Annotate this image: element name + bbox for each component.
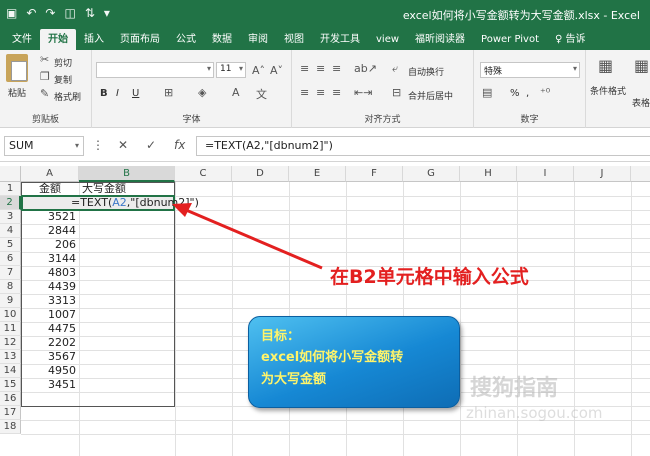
watermark-logo: 搜狗指南 — [470, 376, 559, 401]
arrow-line — [185, 208, 323, 270]
goal-line-2: 为大写金额 — [261, 372, 327, 387]
goal-box: 目标： excel如何将小写金额转 为大写金额 — [248, 316, 460, 408]
watermark-url: zhinan.sogou.com — [466, 404, 603, 422]
goal-title: 目标： — [261, 329, 301, 344]
instruction-callout: 在B2单元格中输入公式 — [330, 266, 529, 288]
goal-line-1: excel如何将小写金额转 — [261, 350, 404, 365]
